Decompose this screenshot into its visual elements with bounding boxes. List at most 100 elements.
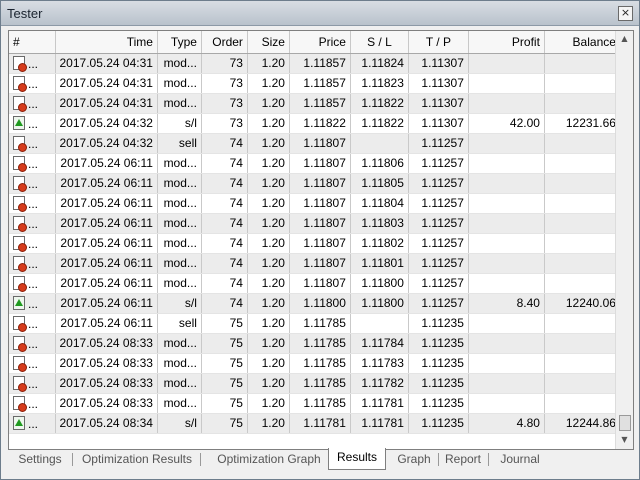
table-row[interactable]: ... 2017.05.24 08:33 mod... 75 1.20 1.11785 1.…: [9, 373, 621, 394]
row-number: ...: [28, 356, 39, 371]
cell-profit: [468, 353, 545, 374]
cell-balance: 12231.66: [544, 113, 621, 134]
table-row[interactable]: ... 2017.05.24 08:33 mod... 75 1.20 1.11785 1.…: [9, 393, 621, 414]
cell-type: sell: [157, 313, 202, 334]
table-row[interactable]: ... 2017.05.24 04:32 sell 74 1.20 1.11807 1.11…: [9, 133, 621, 154]
scroll-down-icon[interactable]: ▼: [616, 433, 633, 447]
row-number: ...: [28, 336, 39, 351]
cell-balance: [544, 53, 621, 74]
row-number: ...: [28, 396, 39, 411]
table-row[interactable]: ... 2017.05.24 06:11 mod... 74 1.20 1.11807 1.…: [9, 153, 621, 174]
cell-price: 1.11807: [289, 213, 351, 234]
cell-time: 2017.05.24 06:11: [55, 273, 158, 294]
cell-price: 1.11807: [289, 193, 351, 214]
table-row[interactable]: ... 2017.05.24 06:11 mod... 74 1.20 1.11807 1.…: [9, 193, 621, 214]
scroll-thumb[interactable]: [619, 415, 631, 431]
table-row[interactable]: ... 2017.05.24 04:31 mod... 73 1.20 1.11857 1.…: [9, 53, 621, 74]
table-row[interactable]: ... 2017.05.24 08:34 s/l 75 1.20 1.11781 1.117…: [9, 413, 621, 434]
cell-number: ...: [9, 53, 56, 74]
col-header-size[interactable]: Size: [247, 31, 290, 54]
results-grid: # Time Type Order Size Price S / L T / P…: [8, 30, 634, 450]
tab-optimization-graph[interactable]: Optimization Graph: [210, 450, 328, 470]
table-row[interactable]: ... 2017.05.24 06:11 mod... 74 1.20 1.11807 1.…: [9, 173, 621, 194]
cell-time: 2017.05.24 06:11: [55, 293, 158, 314]
cell-size: 1.20: [247, 113, 290, 134]
cell-balance: [544, 333, 621, 354]
table-row[interactable]: ... 2017.05.24 08:33 mod... 75 1.20 1.11785 1.…: [9, 333, 621, 354]
title-bar[interactable]: Tester ×: [1, 1, 639, 26]
cell-number: ...: [9, 133, 56, 154]
table-row[interactable]: ... 2017.05.24 06:11 mod... 74 1.20 1.11807 1.…: [9, 273, 621, 294]
table-row[interactable]: ... 2017.05.24 04:31 mod... 73 1.20 1.11857 1.…: [9, 93, 621, 114]
cell-sl: 1.11822: [350, 113, 409, 134]
modify-order-icon: [13, 256, 27, 272]
cell-price: 1.11857: [289, 73, 351, 94]
cell-price: 1.11807: [289, 173, 351, 194]
cell-size: 1.20: [247, 173, 290, 194]
table-row[interactable]: ... 2017.05.24 06:11 mod... 74 1.20 1.11807 1.…: [9, 253, 621, 274]
cell-time: 2017.05.24 04:31: [55, 93, 158, 114]
cell-number: ...: [9, 253, 56, 274]
close-button[interactable]: ×: [618, 6, 633, 21]
col-header-time[interactable]: Time: [55, 31, 158, 54]
cell-sl: 1.11782: [350, 373, 409, 394]
table-row[interactable]: ... 2017.05.24 06:11 s/l 74 1.20 1.11800 1.118…: [9, 293, 621, 314]
tab-optimization-results[interactable]: Optimization Results: [78, 450, 196, 470]
col-header-type[interactable]: Type: [157, 31, 202, 54]
cell-price: 1.11785: [289, 333, 351, 354]
cell-profit: 8.40: [468, 293, 545, 314]
col-header-tp[interactable]: T / P: [408, 31, 469, 54]
cell-order: 75: [201, 333, 248, 354]
cell-time: 2017.05.24 08:33: [55, 333, 158, 354]
modify-order-icon: [13, 176, 27, 192]
modify-order-icon: [13, 356, 27, 372]
cell-number: ...: [9, 413, 56, 434]
modify-order-icon: [13, 396, 27, 412]
cell-size: 1.20: [247, 253, 290, 274]
cell-balance: [544, 133, 621, 154]
table-row[interactable]: ... 2017.05.24 04:31 mod... 73 1.20 1.11857 1.…: [9, 73, 621, 94]
tester-window: Tester × # Time Type Order Size Price S …: [0, 0, 640, 480]
tab-journal[interactable]: Journal: [494, 450, 546, 470]
cell-price: 1.11807: [289, 253, 351, 274]
cell-time: 2017.05.24 06:11: [55, 173, 158, 194]
col-header-number[interactable]: #: [9, 31, 56, 54]
cell-number: ...: [9, 153, 56, 174]
vertical-scrollbar[interactable]: ▲ ▼: [615, 31, 633, 449]
cell-sl: 1.11823: [350, 73, 409, 94]
table-row[interactable]: ... 2017.05.24 06:11 sell 75 1.20 1.11785 1.11…: [9, 313, 621, 334]
row-number: ...: [28, 116, 39, 131]
cell-balance: 12240.06: [544, 293, 621, 314]
tab-graph[interactable]: Graph: [394, 450, 434, 470]
cell-price: 1.11781: [289, 413, 351, 434]
col-header-profit[interactable]: Profit: [468, 31, 545, 54]
modify-order-icon: [13, 236, 27, 252]
cell-tp: 1.11257: [408, 213, 469, 234]
cell-profit: [468, 333, 545, 354]
table-row[interactable]: ... 2017.05.24 06:11 mod... 74 1.20 1.11807 1.…: [9, 233, 621, 254]
table-row[interactable]: ... 2017.05.24 06:11 mod... 74 1.20 1.11807 1.…: [9, 213, 621, 234]
row-number: ...: [28, 296, 39, 311]
table-row[interactable]: ... 2017.05.24 04:32 s/l 73 1.20 1.11822 1.118…: [9, 113, 621, 134]
col-header-sl[interactable]: S / L: [350, 31, 409, 54]
row-number: ...: [28, 376, 39, 391]
tab-settings[interactable]: Settings: [12, 450, 68, 470]
col-header-order[interactable]: Order: [201, 31, 248, 54]
cell-time: 2017.05.24 04:32: [55, 113, 158, 134]
table-row[interactable]: ... 2017.05.24 08:33 mod... 75 1.20 1.11785 1.…: [9, 353, 621, 374]
tab-results[interactable]: Results: [328, 448, 386, 470]
cell-profit: [468, 173, 545, 194]
cell-sl: 1.11824: [350, 53, 409, 74]
cell-order: 74: [201, 253, 248, 274]
cell-balance: [544, 213, 621, 234]
cell-sl: 1.11822: [350, 93, 409, 114]
tab-report[interactable]: Report: [442, 450, 484, 470]
cell-type: s/l: [157, 413, 202, 434]
cell-tp: 1.11307: [408, 93, 469, 114]
scroll-up-icon[interactable]: ▲: [616, 32, 633, 46]
table-body: ... 2017.05.24 04:31 mod... 73 1.20 1.11857 1.…: [9, 53, 621, 434]
tab-separator: [72, 453, 73, 466]
col-header-price[interactable]: Price: [289, 31, 351, 54]
col-header-balance[interactable]: Balance: [544, 31, 621, 54]
cell-sl: 1.11781: [350, 393, 409, 414]
